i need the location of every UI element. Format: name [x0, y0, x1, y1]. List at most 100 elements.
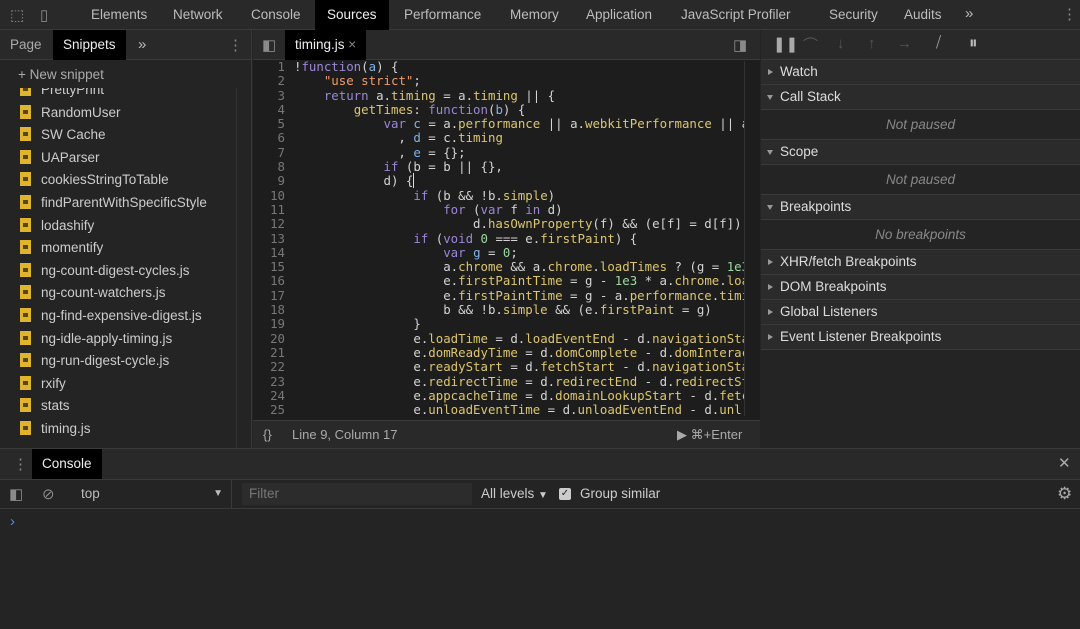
pause-icon[interactable]: ❚❚ — [773, 35, 798, 53]
section-event-listener-breakpoints[interactable]: Event Listener Breakpoints — [761, 325, 1080, 350]
code-token: 0 — [480, 230, 488, 246]
code-token: d. — [294, 216, 488, 232]
code-token: . — [719, 273, 727, 289]
snippet-item[interactable]: ng-idle-apply-timing.js — [20, 328, 172, 350]
toggle-debugger-icon[interactable]: ◨ — [733, 36, 747, 54]
drawer-menu-icon[interactable]: ⋮ — [13, 455, 28, 473]
code-token: ( — [361, 60, 369, 74]
section-call-stack[interactable]: Call Stack — [761, 85, 1080, 110]
snippet-item[interactable]: ng-find-expensive-digest.js — [20, 305, 202, 327]
step-into-icon[interactable]: ↓ — [837, 35, 845, 52]
code-line: , d = c.timing — [294, 131, 744, 145]
snippet-item[interactable]: lodashify — [20, 215, 94, 237]
code-token: domComplete — [555, 344, 638, 360]
panel-tab-sources[interactable]: Sources — [315, 0, 389, 30]
snippet-name: UAParser — [41, 149, 100, 165]
close-drawer-icon[interactable]: ✕ — [1058, 454, 1071, 472]
filter-input[interactable]: Filter — [242, 483, 472, 505]
code-token: - d. — [681, 402, 720, 418]
code-line: "use strict"; — [294, 74, 744, 88]
code-token: redirectEnd — [555, 373, 638, 389]
code-token: loadTimes — [599, 259, 668, 275]
step-over-icon[interactable]: ⌒ — [803, 34, 818, 55]
tab-page[interactable]: Page — [0, 30, 52, 60]
log-levels-select[interactable]: All levels ▼ — [481, 480, 548, 510]
device-toolbar-icon[interactable]: ▯ — [40, 6, 48, 24]
snippet-item[interactable]: timing.js — [20, 418, 91, 440]
snippet-item[interactable]: ng-count-digest-cycles.js — [20, 260, 190, 282]
more-tabs-icon[interactable]: » — [138, 36, 146, 53]
group-similar-label: Group similar — [580, 486, 661, 501]
section-xhr-fetch-breakpoints[interactable]: XHR/fetch Breakpoints — [761, 250, 1080, 275]
toggle-navigator-icon[interactable]: ◧ — [262, 36, 276, 54]
code-token: = d. — [517, 344, 556, 360]
code-line: e.firstPaintTime = g - a.performance.tim… — [294, 288, 744, 303]
snippet-item[interactable]: ng-count-watchers.js — [20, 282, 166, 304]
section-global-listeners[interactable]: Global Listeners — [761, 300, 1080, 325]
pretty-print-button[interactable]: {} — [263, 421, 272, 449]
snippet-item[interactable]: ng-run-digest-cycle.js — [20, 350, 169, 372]
clear-console-icon[interactable]: ⊘ — [42, 485, 55, 503]
code-token: = a. — [420, 116, 459, 132]
panel-tab-security[interactable]: Security — [817, 0, 890, 30]
console-prompt[interactable]: › — [10, 513, 15, 530]
panel-tab-audits[interactable]: Audits — [892, 0, 954, 30]
tab-console[interactable]: Console — [32, 449, 102, 479]
panel-tab-network[interactable]: Network — [161, 0, 235, 30]
snippet-item[interactable]: RandomUser — [20, 102, 121, 124]
file-tab-timing[interactable]: timing.js × — [285, 30, 367, 60]
line-number: 23 — [270, 373, 285, 389]
console-settings-gear-icon[interactable]: ⚙ — [1057, 484, 1072, 504]
panel-tab-performance[interactable]: Performance — [392, 0, 493, 30]
panel-tab-memory[interactable]: Memory — [498, 0, 571, 30]
snippet-item[interactable]: momentify — [20, 237, 103, 259]
snippet-item[interactable]: findParentWithSpecificStyle — [20, 192, 207, 214]
code-token: appcacheTime — [428, 387, 518, 403]
code-token: performance — [458, 116, 541, 132]
code-token: domInteracti — [674, 344, 745, 360]
navigator-menu-icon[interactable]: ⋮ — [228, 36, 243, 54]
step-out-icon[interactable]: ↑ — [868, 35, 876, 52]
section-scope[interactable]: Scope — [761, 140, 1080, 165]
run-snippet-button[interactable]: ▶ ⌘+Enter — [677, 421, 742, 449]
step-icon[interactable]: → — [897, 35, 912, 52]
code-token: e. — [294, 359, 429, 375]
section-dom-breakpoints[interactable]: DOM Breakpoints — [761, 275, 1080, 300]
code-token: a. — [368, 87, 391, 103]
section-watch[interactable]: Watch — [761, 60, 1080, 85]
tab-snippets[interactable]: Snippets — [53, 30, 126, 60]
deactivate-breakpoints-icon[interactable]: ⧸ — [936, 34, 941, 51]
panel-tab-javascript-profiler[interactable]: JavaScript Profiler — [669, 0, 803, 30]
new-snippet-button[interactable]: + New snippet — [18, 67, 104, 82]
close-tab-icon[interactable]: × — [348, 37, 356, 52]
snippet-item[interactable]: UAParser — [20, 147, 100, 169]
kebab-menu-icon[interactable]: ⋮ — [1062, 5, 1077, 23]
pause-on-exceptions-icon[interactable]: ⏸ — [969, 33, 978, 53]
snippet-item[interactable]: rxify — [20, 373, 66, 395]
panel-tab-console[interactable]: Console — [239, 0, 313, 30]
section-breakpoints[interactable]: Breakpoints — [761, 195, 1080, 220]
code-token: - d. — [614, 330, 653, 346]
snippet-name: lodashify — [41, 217, 95, 233]
panel-tab-application[interactable]: Application — [574, 0, 664, 30]
snippet-item[interactable]: PrettyPrint — [20, 88, 104, 101]
snippet-file-icon — [20, 421, 31, 435]
panel-tab-elements[interactable]: Elements — [79, 0, 159, 30]
show-sidebar-icon[interactable]: ◧ — [9, 485, 23, 503]
snippet-file-icon — [20, 195, 31, 209]
inspect-element-icon[interactable]: ⬚ — [10, 6, 24, 24]
context-select[interactable]: top ▼ — [72, 480, 232, 508]
code-token: = c. — [420, 130, 459, 146]
snippet-name: stats — [41, 398, 70, 414]
editor-scrollbar[interactable] — [744, 61, 758, 416]
snippet-item[interactable]: stats — [20, 395, 70, 417]
more-panels-icon[interactable]: » — [965, 5, 973, 22]
code-editor[interactable]: !function(a) { "use strict"; return a.ti… — [294, 60, 744, 418]
group-similar-checkbox[interactable]: ✓ — [559, 488, 571, 500]
code-token: return — [323, 87, 369, 103]
snippet-item[interactable]: SW Cache — [20, 124, 106, 146]
code-token: for — [443, 201, 466, 217]
snippet-item[interactable]: cookiesStringToTable — [20, 169, 169, 191]
chevron-down-icon: ▼ — [213, 488, 223, 499]
